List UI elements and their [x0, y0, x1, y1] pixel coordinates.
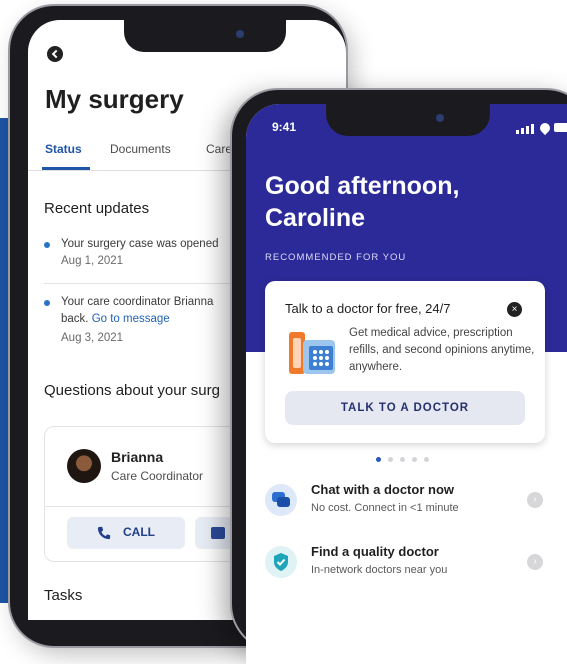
carousel-dot[interactable] — [388, 457, 393, 462]
greeting: Good afternoon, Caroline — [265, 172, 460, 232]
status-icons — [516, 120, 567, 136]
phone-icon — [97, 526, 111, 540]
call-button[interactable]: CALL — [67, 517, 185, 549]
wifi-icon — [537, 120, 553, 136]
update-text: Your care coordinator Brianna — [61, 296, 214, 308]
update-text: Your surgery case was opened — [61, 238, 219, 250]
talk-to-doctor-button[interactable]: TALK TO A DOCTOR — [285, 391, 525, 425]
carousel-dot[interactable] — [424, 457, 429, 462]
update-text-cont: back. — [61, 313, 89, 325]
item-subtitle: In-network doctors near you — [311, 564, 448, 576]
carousel-dot[interactable] — [400, 457, 405, 462]
chat-doctor-item[interactable]: Chat with a doctor now No cost. Connect … — [265, 480, 565, 520]
chat-bubbles-icon — [265, 484, 297, 516]
tab-documents[interactable]: Documents — [110, 142, 171, 156]
recent-updates-heading: Recent updates — [44, 200, 150, 217]
battery-icon — [554, 123, 567, 132]
home-screen: 9:41 Good afternoon, Caroline RECOMMENDE… — [246, 104, 567, 664]
chevron-right-icon: › — [527, 554, 543, 570]
item-title: Chat with a doctor now — [311, 482, 454, 497]
notch — [124, 20, 286, 52]
signal-icon — [516, 130, 519, 134]
carousel-dot[interactable] — [376, 457, 381, 462]
tasks-heading: Tasks — [44, 587, 83, 604]
call-label: CALL — [123, 525, 155, 539]
item-subtitle: No cost. Connect in <1 minute — [311, 502, 459, 514]
coordinator-role: Care Coordinator — [111, 469, 204, 483]
find-doctor-item[interactable]: Find a quality doctor In-network doctors… — [265, 542, 565, 582]
status-time: 9:41 — [272, 120, 297, 134]
item-title: Find a quality doctor — [311, 544, 439, 559]
coordinator-name: Brianna — [111, 449, 164, 465]
recommended-label: RECOMMENDED FOR YOU — [265, 252, 407, 263]
phone-front: 9:41 Good afternoon, Caroline RECOMMENDE… — [232, 90, 567, 664]
promo-title: Talk to a doctor for free, 24/7 — [285, 301, 451, 316]
close-icon[interactable]: × — [507, 302, 522, 317]
update-date: Aug 3, 2021 — [61, 332, 124, 344]
message-icon — [211, 527, 225, 539]
go-to-message-link[interactable]: Go to message — [92, 313, 170, 325]
shield-check-icon — [265, 546, 297, 578]
page-title: My surgery — [45, 84, 184, 114]
unread-dot — [44, 242, 50, 248]
avatar — [67, 449, 101, 483]
promo-description: Get medical advice, prescription refills… — [349, 327, 535, 373]
promo-card[interactable]: Talk to a doctor for free, 24/7 × Get me… — [265, 281, 545, 443]
active-tab-indicator — [42, 167, 90, 170]
notch — [326, 104, 490, 136]
unread-dot — [44, 300, 50, 306]
tab-status[interactable]: Status — [45, 142, 82, 156]
carousel-dot[interactable] — [412, 457, 417, 462]
questions-heading: Questions about your surg — [44, 382, 220, 399]
chevron-right-icon: › — [527, 492, 543, 508]
medicine-illustration-icon — [289, 332, 335, 374]
back-button[interactable] — [47, 46, 63, 62]
update-date: Aug 1, 2021 — [61, 255, 124, 267]
